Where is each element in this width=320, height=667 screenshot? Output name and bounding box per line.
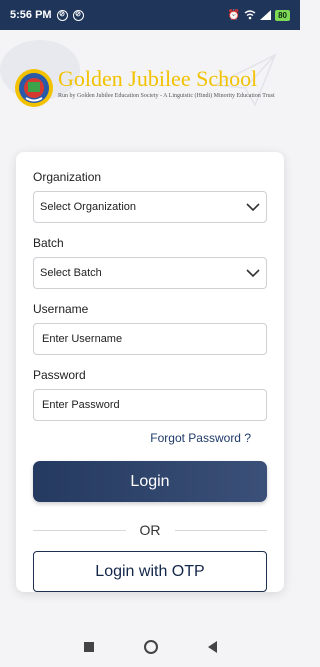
batch-select-value: Select Batch: [40, 267, 102, 279]
data-saver-icon: ⊘: [56, 9, 68, 21]
batch-field: Batch Select Batch: [33, 236, 267, 289]
username-input[interactable]: [42, 333, 258, 345]
data-saver-icon: ⊘: [72, 9, 84, 21]
chevron-down-icon: [246, 269, 260, 278]
battery-indicator: 80: [275, 9, 290, 21]
username-input-wrapper: [33, 323, 267, 355]
system-nav-bar: [0, 627, 300, 667]
password-input[interactable]: [42, 399, 258, 411]
status-bar: 5:56 PM ⊘ ⊘ ⏰ 80: [0, 0, 300, 30]
school-subtitle: Run by Golden Jubilee Education Society …: [58, 93, 275, 99]
organization-field: Organization Select Organization: [33, 170, 267, 223]
organization-select[interactable]: Select Organization: [33, 191, 267, 223]
password-input-wrapper: [33, 389, 267, 421]
password-label: Password: [33, 368, 86, 382]
alarm-icon: ⏰: [227, 9, 241, 21]
back-button[interactable]: [207, 641, 217, 653]
school-crest-icon: [15, 69, 53, 107]
divider-line: [174, 529, 267, 531]
forgot-password-link[interactable]: Forgot Password ?: [33, 431, 267, 445]
password-field: Password: [33, 368, 267, 421]
home-button[interactable]: [143, 640, 158, 654]
login-card: Organization Select Organization Batch S…: [16, 152, 284, 592]
or-label: OR: [139, 522, 161, 538]
batch-label: Batch: [33, 236, 64, 250]
or-divider: OR: [33, 522, 267, 538]
status-time: 5:56 PM: [10, 9, 52, 21]
username-label: Username: [33, 302, 89, 316]
login-button[interactable]: Login: [33, 461, 267, 502]
wifi-icon: [244, 10, 256, 20]
recents-button[interactable]: [83, 642, 94, 652]
organization-label: Organization: [33, 170, 102, 184]
organization-select-value: Select Organization: [40, 201, 136, 213]
batch-select[interactable]: Select Batch: [33, 257, 267, 289]
school-header: Golden Jubilee School Run by Golden Jubi…: [14, 68, 294, 110]
username-field: Username: [33, 302, 267, 355]
divider-line: [33, 529, 126, 531]
school-name: Golden Jubilee School: [58, 66, 258, 91]
login-with-otp-button[interactable]: Login with OTP: [33, 551, 267, 592]
signal-icon: [260, 10, 272, 20]
chevron-down-icon: [246, 203, 260, 212]
